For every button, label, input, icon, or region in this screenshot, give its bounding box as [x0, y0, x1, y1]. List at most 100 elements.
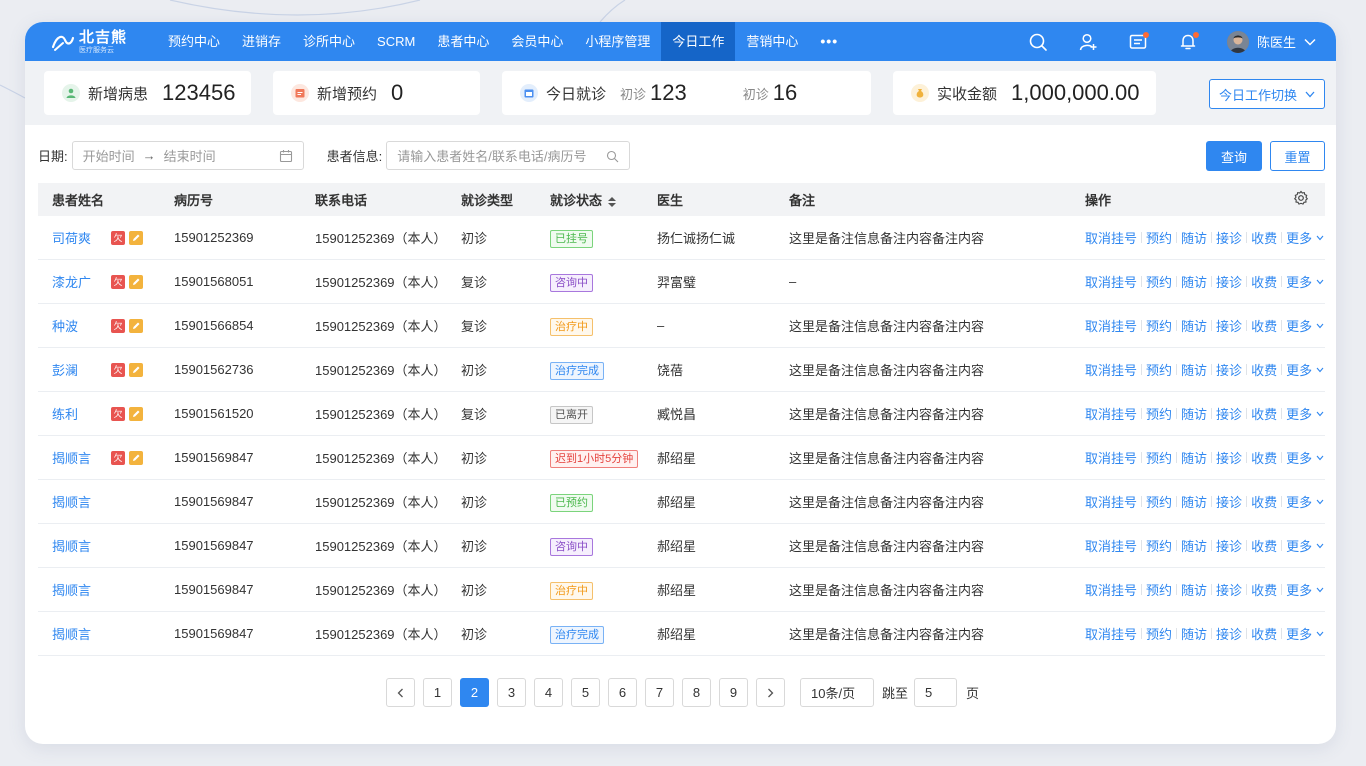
more-link[interactable]: 更多	[1286, 228, 1312, 247]
cancel-registration-link[interactable]: 取消挂号	[1085, 536, 1137, 555]
receive-link[interactable]: 接诊	[1216, 448, 1242, 467]
charge-link[interactable]: 收费	[1251, 272, 1277, 291]
nav-item[interactable]: 进销存	[231, 22, 292, 61]
chevron-down-icon[interactable]	[1316, 367, 1324, 373]
patient-name-link[interactable]: 揭顺言	[52, 536, 91, 555]
nav-item[interactable]: SCRM	[366, 22, 426, 61]
chevron-down-icon[interactable]	[1316, 279, 1324, 285]
cancel-registration-link[interactable]: 取消挂号	[1085, 228, 1137, 247]
nav-item[interactable]: 营销中心	[735, 22, 809, 61]
nav-item[interactable]: 小程序管理	[574, 22, 661, 61]
edit-icon[interactable]	[129, 230, 143, 245]
charge-link[interactable]: 收费	[1251, 624, 1277, 643]
page-button[interactable]: 6	[608, 678, 637, 707]
page-button[interactable]: 3	[497, 678, 526, 707]
nav-more-button[interactable]: •••	[809, 22, 849, 61]
charge-link[interactable]: 收费	[1251, 492, 1277, 511]
receive-link[interactable]: 接诊	[1216, 360, 1242, 379]
patient-name-link[interactable]: 揭顺言	[52, 580, 91, 599]
user-name[interactable]: 陈医生	[1257, 32, 1296, 51]
more-link[interactable]: 更多	[1286, 316, 1312, 335]
receive-link[interactable]: 接诊	[1216, 624, 1242, 643]
chevron-down-icon[interactable]	[1316, 587, 1324, 593]
charge-link[interactable]: 收费	[1251, 536, 1277, 555]
appointment-link[interactable]: 预约	[1146, 316, 1172, 335]
start-date-input[interactable]: 开始时间	[83, 146, 135, 165]
follow-up-link[interactable]: 随访	[1181, 536, 1207, 555]
follow-up-link[interactable]: 随访	[1181, 404, 1207, 423]
more-link[interactable]: 更多	[1286, 536, 1312, 555]
more-link[interactable]: 更多	[1286, 624, 1312, 643]
chevron-down-icon[interactable]	[1316, 323, 1324, 329]
patient-name-link[interactable]: 彭澜	[52, 360, 78, 379]
patient-name-link[interactable]: 漆龙广	[52, 272, 91, 291]
follow-up-link[interactable]: 随访	[1181, 272, 1207, 291]
page-button[interactable]: 2	[460, 678, 489, 707]
cancel-registration-link[interactable]: 取消挂号	[1085, 404, 1137, 423]
follow-up-link[interactable]: 随访	[1181, 448, 1207, 467]
gear-icon[interactable]	[1293, 190, 1309, 209]
message-icon[interactable]	[1127, 31, 1149, 53]
patient-name-link[interactable]: 揭顺言	[52, 448, 91, 467]
more-link[interactable]: 更多	[1286, 272, 1312, 291]
appointment-link[interactable]: 预约	[1146, 624, 1172, 643]
patient-name-link[interactable]: 揭顺言	[52, 624, 91, 643]
chevron-down-icon[interactable]	[1316, 543, 1324, 549]
search-icon[interactable]	[606, 150, 619, 163]
page-button[interactable]: 7	[645, 678, 674, 707]
more-link[interactable]: 更多	[1286, 492, 1312, 511]
today-work-switch-button[interactable]: 今日工作切换	[1209, 79, 1325, 109]
page-button[interactable]: 1	[423, 678, 452, 707]
cancel-registration-link[interactable]: 取消挂号	[1085, 448, 1137, 467]
chevron-down-icon[interactable]	[1316, 631, 1324, 637]
query-button[interactable]: 查询	[1206, 141, 1262, 171]
appointment-link[interactable]: 预约	[1146, 536, 1172, 555]
logo[interactable]: 北吉熊 医疗服务云	[51, 30, 157, 54]
patient-search-input[interactable]: 请输入患者姓名/联系电话/病历号	[386, 140, 631, 170]
more-link[interactable]: 更多	[1286, 360, 1312, 379]
cancel-registration-link[interactable]: 取消挂号	[1085, 580, 1137, 599]
cancel-registration-link[interactable]: 取消挂号	[1085, 624, 1137, 643]
receive-link[interactable]: 接诊	[1216, 316, 1242, 335]
receive-link[interactable]: 接诊	[1216, 492, 1242, 511]
reset-button[interactable]: 重置	[1270, 141, 1325, 171]
follow-up-link[interactable]: 随访	[1181, 492, 1207, 511]
patient-name-link[interactable]: 练利	[52, 404, 78, 423]
receive-link[interactable]: 接诊	[1216, 404, 1242, 423]
sort-icon[interactable]	[608, 196, 617, 207]
patient-name-link[interactable]: 揭顺言	[52, 492, 91, 511]
page-button[interactable]: 4	[534, 678, 563, 707]
follow-up-link[interactable]: 随访	[1181, 360, 1207, 379]
nav-item[interactable]: 患者中心	[426, 22, 500, 61]
chevron-down-icon[interactable]	[1316, 455, 1324, 461]
receive-link[interactable]: 接诊	[1216, 272, 1242, 291]
nav-item[interactable]: 预约中心	[157, 22, 231, 61]
page-button[interactable]: 8	[682, 678, 711, 707]
appointment-link[interactable]: 预约	[1146, 404, 1172, 423]
avatar[interactable]	[1226, 30, 1249, 53]
chevron-down-icon[interactable]	[1316, 235, 1324, 241]
nav-item[interactable]: 诊所中心	[292, 22, 366, 61]
chevron-down-icon[interactable]	[1316, 499, 1324, 505]
receive-link[interactable]: 接诊	[1216, 536, 1242, 555]
edit-icon[interactable]	[129, 450, 143, 465]
charge-link[interactable]: 收费	[1251, 580, 1277, 599]
cancel-registration-link[interactable]: 取消挂号	[1085, 360, 1137, 379]
date-range-picker[interactable]: 开始时间 → 结束时间	[71, 140, 304, 170]
receive-link[interactable]: 接诊	[1216, 228, 1242, 247]
follow-up-link[interactable]: 随访	[1181, 228, 1207, 247]
prev-page-button[interactable]	[386, 678, 415, 707]
edit-icon[interactable]	[129, 406, 143, 421]
edit-icon[interactable]	[129, 362, 143, 377]
nav-item[interactable]: 会员中心	[500, 22, 574, 61]
end-date-input[interactable]: 结束时间	[164, 146, 216, 165]
more-link[interactable]: 更多	[1286, 448, 1312, 467]
appointment-link[interactable]: 预约	[1146, 580, 1172, 599]
more-link[interactable]: 更多	[1286, 404, 1312, 423]
jump-page-input[interactable]: 5	[914, 678, 958, 707]
appointment-link[interactable]: 预约	[1146, 448, 1172, 467]
appointment-link[interactable]: 预约	[1146, 272, 1172, 291]
col-status[interactable]: 就诊状态	[550, 190, 617, 209]
page-button[interactable]: 5	[571, 678, 600, 707]
cancel-registration-link[interactable]: 取消挂号	[1085, 272, 1137, 291]
